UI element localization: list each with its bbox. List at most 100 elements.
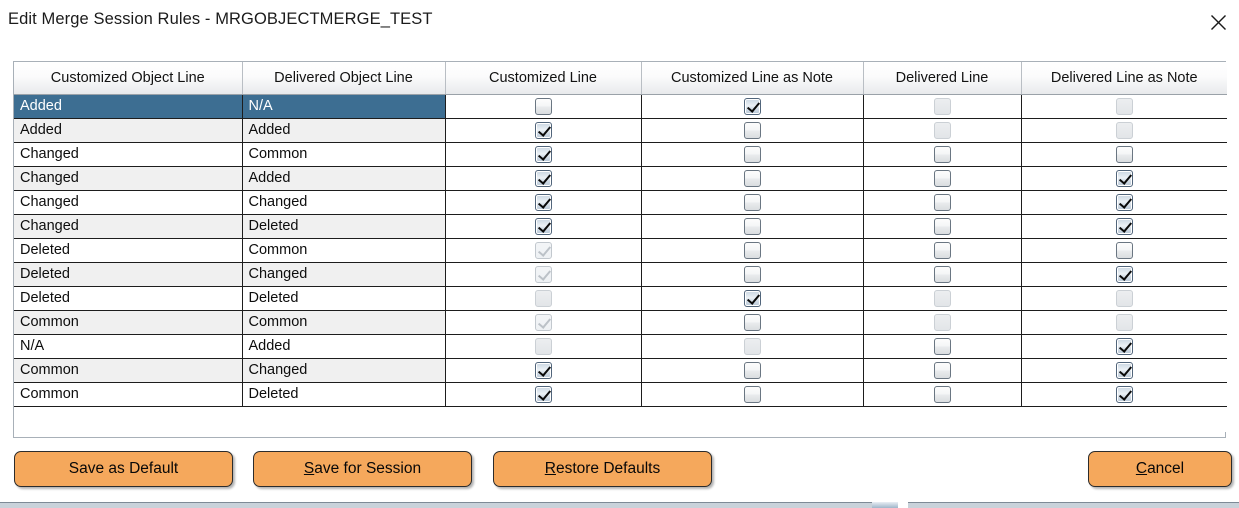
table-row[interactable]: Changed Added [14, 166, 1227, 191]
table-row[interactable]: Added Added [14, 118, 1227, 143]
cell-delivered-line [863, 190, 1022, 215]
cell-customized-line [445, 238, 642, 263]
table-row[interactable]: Common Common [14, 310, 1227, 335]
checkbox-customized-line-as-note[interactable] [743, 122, 761, 139]
checkbox-customized-line-as-note[interactable] [743, 314, 761, 331]
save-for-session-button[interactable]: Save for Session [253, 451, 472, 487]
table-row[interactable]: Deleted Common [14, 238, 1227, 263]
checkbox-delivered-line[interactable] [933, 170, 951, 187]
checkbox-delivered-line-as-note[interactable] [1115, 170, 1133, 187]
checkbox-delivered-line-as-note[interactable] [1115, 362, 1133, 379]
cell-customized-object-line: Deleted [14, 238, 243, 263]
checkbox-customized-line[interactable] [534, 146, 552, 163]
checkbox-delivered-line[interactable] [933, 266, 951, 283]
table-row[interactable]: Deleted Changed [14, 262, 1227, 287]
checkbox-customized-line-as-note[interactable] [743, 146, 761, 163]
cell-delivered-line-as-note [1021, 190, 1227, 215]
close-icon[interactable] [1201, 6, 1235, 38]
save-as-default-button[interactable]: Save as Default [14, 451, 233, 487]
checkbox-delivered-line-as-note[interactable] [1115, 218, 1133, 235]
table-row[interactable]: Changed Deleted [14, 214, 1227, 239]
checkbox-delivered-line [933, 290, 951, 307]
cell-delivered-line-as-note [1021, 382, 1227, 407]
cell-delivered-object-line: Common [242, 238, 446, 263]
cell-delivered-object-line: Common [242, 142, 446, 167]
checkbox-customized-line[interactable] [534, 194, 552, 211]
table-row[interactable]: Common Changed [14, 358, 1227, 383]
cell-delivered-line-as-note [1021, 118, 1227, 143]
checkbox-customized-line-as-note[interactable] [743, 98, 761, 115]
column-header-customized-object-line[interactable]: Customized Object Line [14, 62, 243, 95]
table-row[interactable]: Added N/A [14, 94, 1227, 119]
checkbox-delivered-line[interactable] [933, 218, 951, 235]
cell-customized-line [445, 382, 642, 407]
checkbox-customized-line[interactable] [534, 170, 552, 187]
checkbox-delivered-line-as-note[interactable] [1115, 386, 1133, 403]
cell-customized-line-as-note [641, 286, 864, 311]
cell-delivered-object-line: Common [242, 310, 446, 335]
cell-delivered-object-line: Deleted [242, 286, 446, 311]
checkbox-delivered-line-as-note[interactable] [1115, 146, 1133, 163]
checkbox-customized-line-as-note[interactable] [743, 242, 761, 259]
cell-delivered-line [863, 142, 1022, 167]
cell-customized-line-as-note [641, 214, 864, 239]
background-window-sliver [0, 500, 1239, 508]
checkbox-customized-line[interactable] [534, 218, 552, 235]
checkbox-customized-line-as-note[interactable] [743, 362, 761, 379]
cell-customized-object-line: Added [14, 118, 243, 143]
column-header-delivered-line-as-note[interactable]: Delivered Line as Note [1021, 62, 1227, 95]
checkbox-customized-line-as-note[interactable] [743, 194, 761, 211]
cell-customized-line-as-note [641, 310, 864, 335]
checkbox-delivered-line [933, 122, 951, 139]
cell-customized-object-line: N/A [14, 334, 243, 359]
filler-cell [1021, 406, 1227, 432]
cell-delivered-line [863, 238, 1022, 263]
checkbox-delivered-line[interactable] [933, 362, 951, 379]
cell-customized-line [445, 286, 642, 311]
checkbox-customized-line-as-note[interactable] [743, 266, 761, 283]
restore-defaults-button[interactable]: Restore Defaults [493, 451, 712, 487]
checkbox-customized-line[interactable] [534, 98, 552, 115]
checkbox-customized-line-as-note[interactable] [743, 386, 761, 403]
checkbox-customized-line[interactable] [534, 122, 552, 139]
cell-customized-line-as-note [641, 94, 864, 119]
column-header-customized-line[interactable]: Customized Line [445, 62, 642, 95]
checkbox-delivered-line[interactable] [933, 386, 951, 403]
table-row[interactable]: Common Deleted [14, 382, 1227, 407]
checkbox-delivered-line-as-note[interactable] [1115, 338, 1133, 355]
title-bar: Edit Merge Session Rules - MRGOBJECTMERG… [0, 0, 1239, 46]
checkbox-delivered-line-as-note[interactable] [1115, 266, 1133, 283]
checkbox-delivered-line-as-note [1115, 314, 1133, 331]
cell-customized-line-as-note [641, 358, 864, 383]
table-row[interactable]: Changed Changed [14, 190, 1227, 215]
cell-delivered-line [863, 358, 1022, 383]
cell-customized-line [445, 310, 642, 335]
checkbox-customized-line[interactable] [534, 386, 552, 403]
checkbox-delivered-line [933, 98, 951, 115]
checkbox-customized-line[interactable] [534, 362, 552, 379]
checkbox-customized-line-as-note[interactable] [743, 170, 761, 187]
checkbox-customized-line-as-note[interactable] [743, 218, 761, 235]
checkbox-delivered-line-as-note[interactable] [1115, 194, 1133, 211]
checkbox-delivered-line[interactable] [933, 194, 951, 211]
checkbox-customized-line-as-note[interactable] [743, 290, 761, 307]
cell-customized-object-line: Changed [14, 214, 243, 239]
checkbox-delivered-line-as-note [1115, 122, 1133, 139]
cell-delivered-line-as-note [1021, 238, 1227, 263]
checkbox-delivered-line[interactable] [933, 338, 951, 355]
cell-delivered-line-as-note [1021, 262, 1227, 287]
column-header-delivered-object-line[interactable]: Delivered Object Line [242, 62, 446, 95]
table-row[interactable]: Changed Common [14, 142, 1227, 167]
checkbox-delivered-line[interactable] [933, 146, 951, 163]
column-header-customized-line-as-note[interactable]: Customized Line as Note [641, 62, 864, 95]
table-row[interactable]: Deleted Deleted [14, 286, 1227, 311]
checkbox-delivered-line[interactable] [933, 242, 951, 259]
column-header-delivered-line[interactable]: Delivered Line [863, 62, 1022, 95]
checkbox-customized-line [534, 242, 552, 259]
table-row[interactable]: N/A Added [14, 334, 1227, 359]
cancel-button[interactable]: Cancel [1088, 451, 1232, 487]
checkbox-delivered-line-as-note[interactable] [1115, 242, 1133, 259]
cell-customized-object-line: Changed [14, 166, 243, 191]
checkbox-customized-line-as-note [743, 338, 761, 355]
filler-cell [641, 406, 863, 432]
